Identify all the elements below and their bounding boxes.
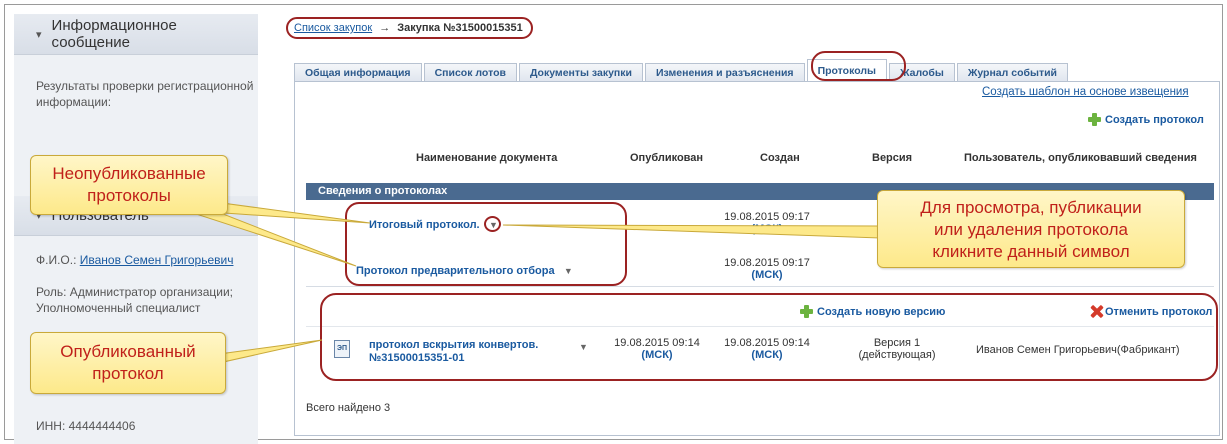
callout-text: Опубликованный	[60, 342, 196, 361]
published-callout: Опубликованный протокол	[30, 332, 226, 394]
callout-text: Неопубликованные	[52, 164, 206, 183]
callout-text: протоколы	[87, 186, 171, 205]
callout-text: кликните данный символ	[932, 242, 1130, 261]
unpublished-callout: Неопубликованные протоколы	[30, 155, 228, 215]
callout-text: протокол	[92, 364, 164, 383]
hint-callout: Для просмотра, публикации или удаления п…	[877, 190, 1185, 268]
callout-text: или удаления протокола	[933, 220, 1128, 239]
callout-text: Для просмотра, публикации	[920, 198, 1142, 217]
